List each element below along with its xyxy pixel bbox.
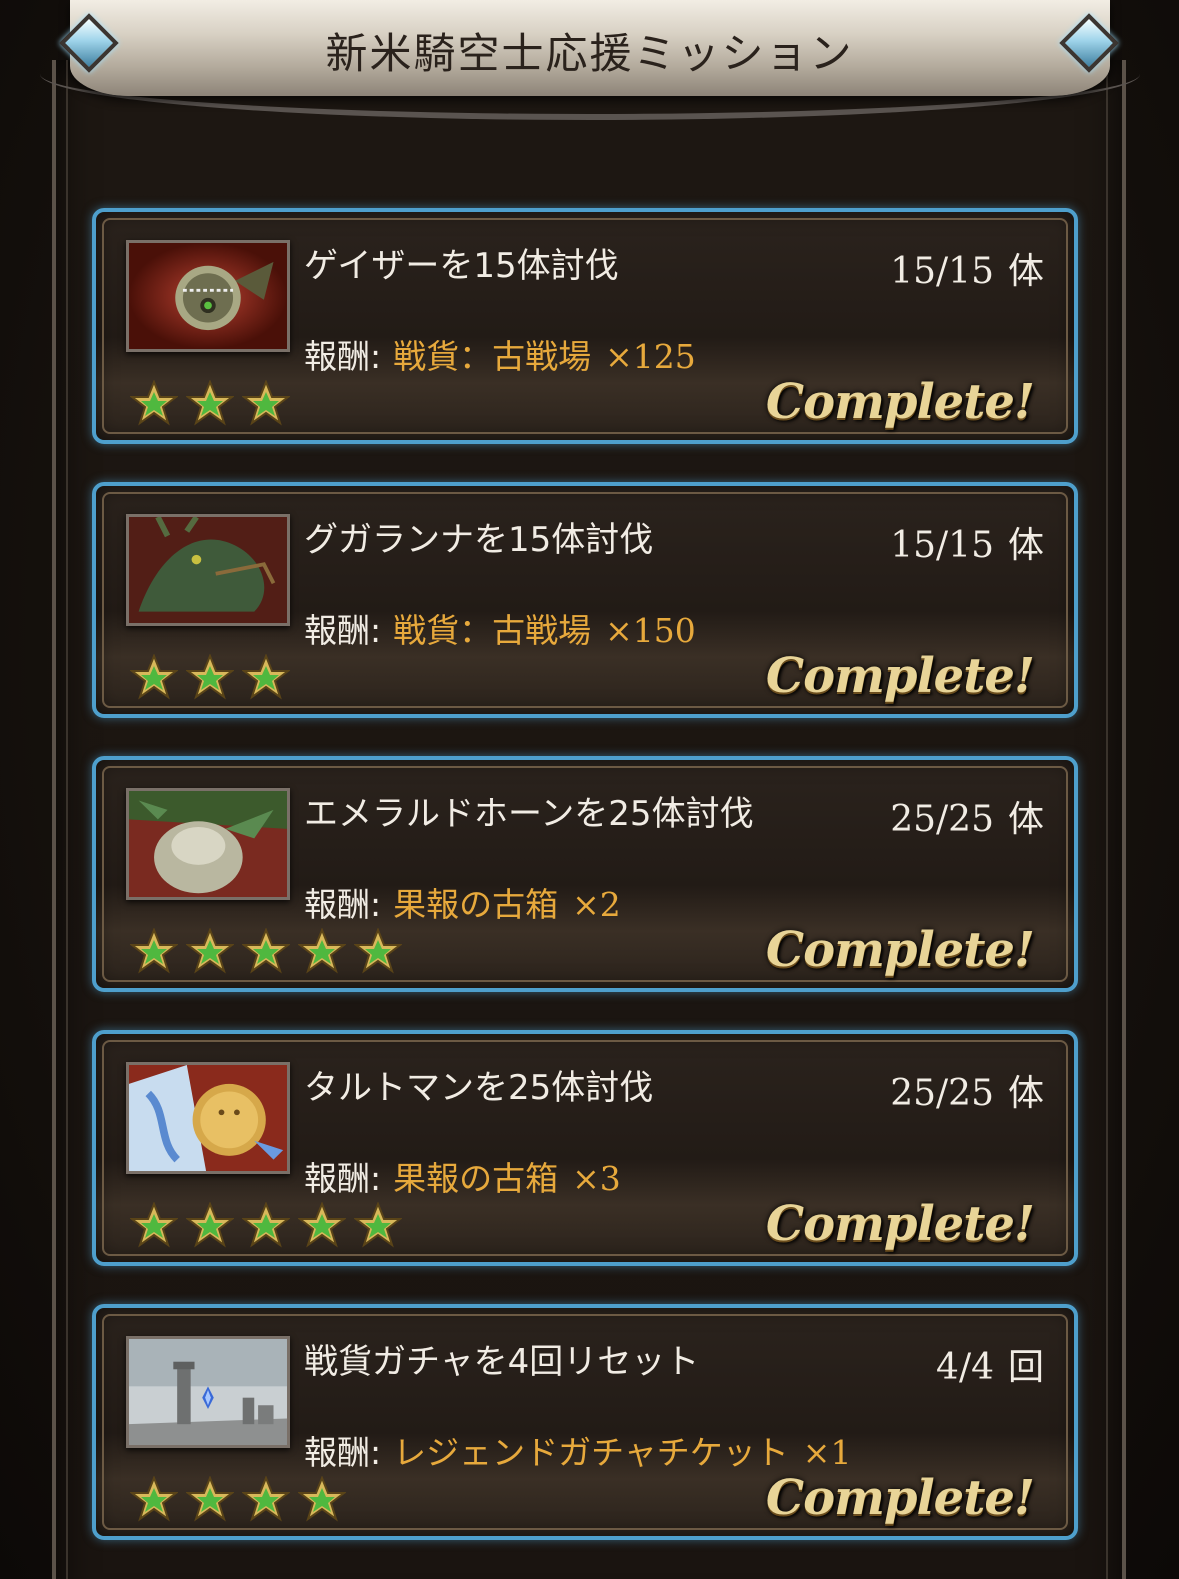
star-icon (185, 1201, 235, 1252)
reward-item: 果報の古箱 (393, 1159, 559, 1198)
star-icon (129, 1475, 179, 1526)
progress-count: 4/4 (936, 1347, 994, 1388)
mission-card[interactable]: タルトマンを25体討伐 25/25 体 報酬: 果報の古箱 ×3 Complete! (92, 1030, 1078, 1266)
star-icon (297, 1201, 347, 1252)
star-icon (185, 379, 235, 430)
progress-count: 25/25 (890, 1073, 994, 1114)
mission-card[interactable]: グガランナを15体討伐 15/15 体 報酬: 戦貨：古戦場 ×150 Complet… (92, 482, 1078, 718)
reward-quantity: ×150 (605, 611, 696, 650)
progress-unit: 回 (1007, 1347, 1044, 1388)
mission-name: ゲイザーを15体討伐 (304, 246, 619, 286)
mission-card[interactable]: 戦貨ガチャを4回リセット 4/4 回 報酬: レジェンドガチャチケット ×1 Comp… (92, 1304, 1078, 1540)
reward-item: 戦貨：古戦場 (393, 337, 592, 376)
star-icon (185, 927, 235, 978)
reward-label: 報酬: (304, 1433, 382, 1472)
complete-label: Complete! (765, 1470, 1035, 1526)
mission-name: エメラルドホーンを25体討伐 (304, 794, 754, 834)
difficulty-stars (129, 1475, 347, 1526)
star-icon (241, 1201, 291, 1252)
mission-name: グガランナを15体討伐 (304, 520, 654, 560)
star-icon (185, 1475, 235, 1526)
difficulty-stars (129, 379, 291, 430)
reward-quantity: ×1 (802, 1433, 852, 1472)
reward-item: レジェンドガチャチケット (393, 1433, 789, 1472)
star-icon (129, 379, 179, 430)
mission-card[interactable]: エメラルドホーンを25体討伐 25/25 体 報酬: 果報の古箱 ×2 Complet… (92, 756, 1078, 992)
star-icon (297, 1475, 347, 1526)
star-icon (353, 1201, 403, 1252)
progress-unit: 体 (1007, 251, 1044, 292)
mission-name: タルトマンを25体討伐 (304, 1068, 654, 1108)
mission-reward: 報酬: 果報の古箱 ×2 (304, 878, 621, 926)
difficulty-stars (129, 1201, 403, 1252)
gugalanna-monster-icon (129, 517, 287, 623)
mission-reward: 報酬: 果報の古箱 ×3 (304, 1152, 621, 1200)
progress-count: 15/15 (890, 525, 994, 566)
mission-progress: 4/4 回 (936, 1338, 1044, 1390)
reward-item: 果報の古箱 (393, 885, 559, 924)
mission-reward: 報酬: 戦貨：古戦場 ×125 (304, 330, 696, 378)
reward-label: 報酬: (304, 337, 382, 376)
progress-count: 25/25 (890, 799, 994, 840)
difficulty-stars (129, 927, 403, 978)
mission-reward: 報酬: レジェンドガチャチケット ×1 (304, 1426, 851, 1474)
mission-progress: 25/25 体 (890, 790, 1044, 842)
mission-progress: 15/15 体 (890, 242, 1044, 294)
star-icon (129, 927, 179, 978)
mission-progress: 25/25 体 (890, 1064, 1044, 1116)
reward-quantity: ×125 (605, 337, 696, 376)
mission-thumbnail (126, 514, 290, 626)
mission-screen: 新米騎空士応援ミッション ゲイザーを15体討伐 15/15 体 報酬: 戦貨：古戦場… (0, 0, 1179, 1579)
star-icon (241, 927, 291, 978)
mission-card[interactable]: ゲイザーを15体討伐 15/15 体 報酬: 戦貨：古戦場 ×125 Complete… (92, 208, 1078, 444)
reward-item: 戦貨：古戦場 (393, 611, 592, 650)
complete-label: Complete! (765, 648, 1035, 704)
reward-quantity: ×2 (572, 885, 621, 924)
reward-label: 報酬: (304, 885, 382, 924)
mission-thumbnail (126, 240, 290, 352)
star-icon (129, 653, 179, 704)
emerald-horn-monster-icon (129, 791, 287, 897)
mission-thumbnail (126, 788, 290, 900)
star-icon (241, 379, 291, 430)
star-icon (353, 927, 403, 978)
mission-thumbnail (126, 1062, 290, 1174)
mission-thumbnail (126, 1336, 290, 1448)
star-icon (185, 653, 235, 704)
reward-label: 報酬: (304, 611, 382, 650)
mission-name: 戦貨ガチャを4回リセット (304, 1342, 700, 1382)
tartman-monster-icon (129, 1065, 287, 1171)
progress-unit: 体 (1007, 799, 1044, 840)
complete-label: Complete! (765, 922, 1035, 978)
progress-unit: 体 (1007, 1073, 1044, 1114)
progress-unit: 体 (1007, 525, 1044, 566)
gazer-monster-icon (129, 243, 287, 349)
mission-progress: 15/15 体 (890, 516, 1044, 568)
ruins-landscape-icon (129, 1339, 287, 1445)
star-icon (241, 653, 291, 704)
progress-count: 15/15 (890, 251, 994, 292)
complete-label: Complete! (765, 1196, 1035, 1252)
page-title: 新米騎空士応援ミッション (325, 29, 854, 78)
star-icon (241, 1475, 291, 1526)
complete-label: Complete! (765, 374, 1035, 430)
difficulty-stars (129, 653, 291, 704)
mission-reward: 報酬: 戦貨：古戦場 ×150 (304, 604, 696, 652)
star-icon (129, 1201, 179, 1252)
reward-quantity: ×3 (572, 1159, 621, 1198)
star-icon (297, 927, 347, 978)
reward-label: 報酬: (304, 1159, 382, 1198)
